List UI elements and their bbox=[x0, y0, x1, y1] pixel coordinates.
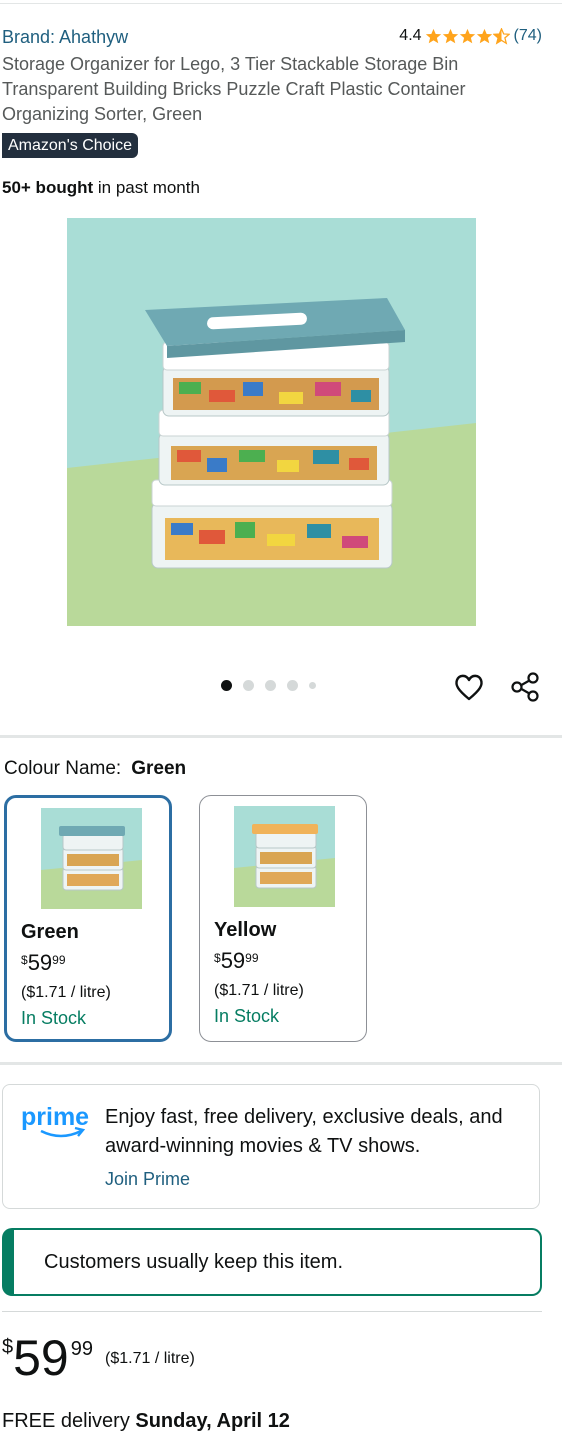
colour-option-stock: In Stock bbox=[214, 1006, 280, 1026]
svg-text:prime: prime bbox=[21, 1103, 89, 1131]
top-divider bbox=[0, 0, 562, 4]
product-title: Storage Organizer for Lego, 3 Tier Stack… bbox=[2, 54, 466, 124]
rating-count-link[interactable]: (74) bbox=[514, 27, 542, 45]
pagination-dot-active[interactable] bbox=[221, 680, 232, 691]
colour-option-unit-price: ($1.71 / litre) bbox=[214, 982, 304, 999]
colour-option-green[interactable]: Green $5999 ($1.71 / litre) In Stock bbox=[4, 795, 172, 1042]
colour-option-thumbnail bbox=[234, 806, 335, 907]
prime-logo-icon: prime bbox=[21, 1103, 89, 1138]
colour-name-row: Colour Name: Green bbox=[4, 758, 186, 780]
rating-value: 4.4 bbox=[399, 27, 422, 44]
star-full-icon bbox=[425, 28, 441, 43]
colour-option-price: $5999 bbox=[21, 950, 66, 975]
prime-promo-card: prime Enjoy fast, free delivery, exclusi… bbox=[2, 1084, 540, 1209]
price-whole: 59 bbox=[13, 1330, 69, 1386]
colour-option-unit-price: ($1.71 / litre) bbox=[21, 984, 111, 1001]
product-image[interactable] bbox=[67, 218, 476, 626]
delivery-date: Sunday, April 12 bbox=[135, 1410, 290, 1432]
share-icon[interactable] bbox=[509, 671, 541, 703]
colour-option-price: $5999 bbox=[214, 948, 259, 973]
star-full-icon bbox=[459, 28, 475, 43]
section-divider bbox=[0, 735, 562, 738]
pagination-dot[interactable] bbox=[287, 680, 298, 691]
colour-option-yellow[interactable]: Yellow $5999 ($1.71 / litre) In Stock bbox=[199, 795, 367, 1042]
star-rating bbox=[425, 27, 510, 45]
main-price: $ 59 99 ($1.71 / litre) bbox=[2, 1330, 195, 1386]
delivery-info: FREE delivery Sunday, April 12 bbox=[2, 1410, 290, 1433]
star-full-icon bbox=[442, 28, 458, 43]
delivery-prefix: FREE delivery bbox=[2, 1410, 136, 1432]
organizer-bottom-tier bbox=[151, 479, 393, 569]
brand-rating-row: Brand: Ahathyw 4.4 (74) bbox=[2, 27, 542, 51]
prime-promo-text: Enjoy fast, free delivery, exclusive dea… bbox=[105, 1106, 503, 1157]
organizer-middle-tier bbox=[158, 409, 390, 486]
bought-count: 50+ bought bbox=[2, 178, 94, 197]
bought-period: in past month bbox=[93, 178, 200, 197]
rating-summary[interactable]: 4.4 (74) bbox=[399, 27, 542, 45]
price-fraction: 99 bbox=[70, 1338, 93, 1360]
brand-link[interactable]: Brand: Ahathyw bbox=[2, 27, 128, 48]
bought-in-past-month: 50+ bought in past month bbox=[2, 178, 200, 198]
colour-option-name: Green bbox=[21, 921, 79, 943]
colour-option-thumbnail bbox=[41, 808, 142, 909]
customers-keep-notice: Customers usually keep this item. bbox=[2, 1228, 542, 1296]
pagination-dot[interactable] bbox=[265, 680, 276, 691]
price-currency: $ bbox=[2, 1336, 14, 1358]
star-full-icon bbox=[476, 28, 492, 43]
pagination-dot[interactable] bbox=[309, 682, 316, 689]
colour-option-name: Yellow bbox=[214, 919, 277, 941]
pagination-dot[interactable] bbox=[243, 680, 254, 691]
colour-label: Colour Name: bbox=[4, 758, 122, 779]
section-divider bbox=[0, 1062, 562, 1065]
amazons-choice-badge: Amazon's Choice bbox=[2, 133, 138, 158]
price-divider bbox=[2, 1311, 542, 1312]
join-prime-link[interactable]: Join Prime bbox=[105, 1169, 190, 1190]
colour-option-stock: In Stock bbox=[21, 1008, 87, 1028]
customers-keep-text: Customers usually keep this item. bbox=[44, 1251, 344, 1273]
star-half-icon bbox=[492, 27, 510, 45]
image-pagination-dots[interactable] bbox=[221, 680, 316, 691]
colour-selected-value: Green bbox=[131, 758, 187, 779]
price-unit: ($1.71 / litre) bbox=[105, 1350, 195, 1367]
heart-icon[interactable] bbox=[454, 673, 484, 701]
